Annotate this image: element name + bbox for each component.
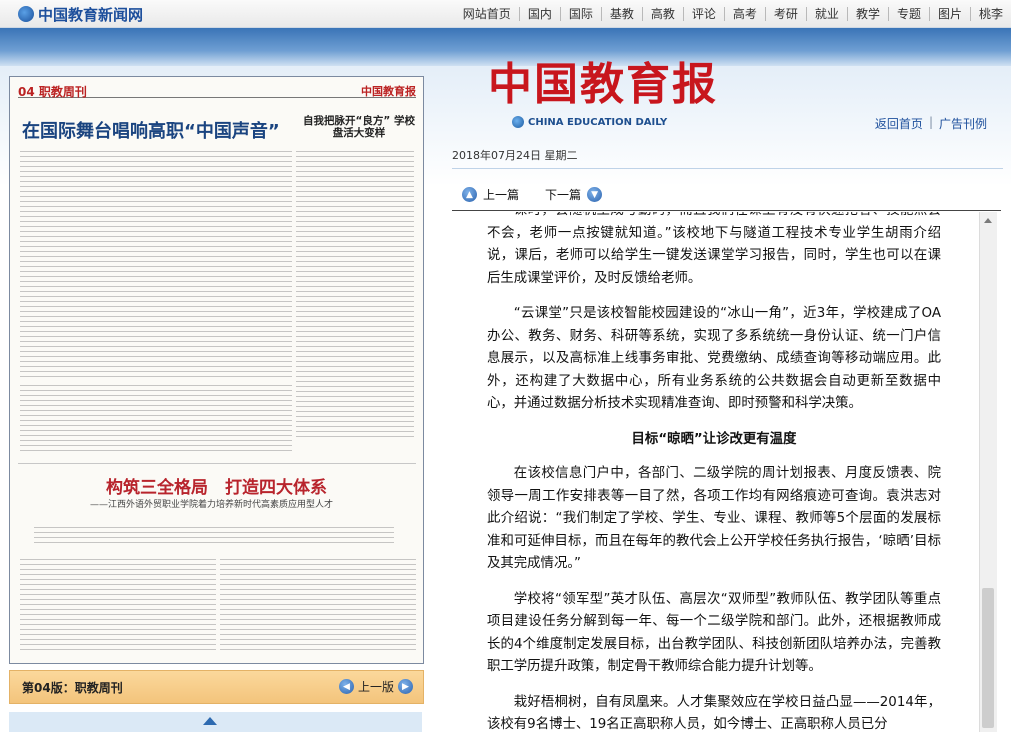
article-paragraph: 在该校信息门户中，各部门、二级学院的周计划报表、月度反馈表、院领导一周工作安排表… — [487, 466, 941, 571]
nav-domestic[interactable]: 国内 — [518, 6, 560, 21]
edition-label: 第04版：职教周刊 — [22, 681, 123, 695]
article-scrollbar[interactable] — [979, 212, 997, 732]
article-nav: ▲ 上一篇 下一篇 ▼ — [462, 186, 603, 203]
nav-higher-edu[interactable]: 高教 — [641, 6, 683, 21]
prev-article-icon[interactable]: ▲ — [462, 187, 477, 202]
nav-basic-edu[interactable]: 基教 — [600, 6, 642, 21]
article-paragraph: 栽好梧桐树，自有凤凰来。人才集聚效应在学校日益凸显——2014年，该校有9名博士… — [487, 694, 941, 732]
back-home-link[interactable]: 返回首页 — [869, 115, 929, 132]
newspaper-headline-2[interactable]: 自我把脉开“良方” 学校盘活大变样 — [299, 115, 419, 139]
nav-employment[interactable]: 就业 — [805, 6, 847, 21]
newspaper-text-column — [20, 557, 216, 653]
newspaper-page-image[interactable]: 04 职教周刊 中国教育报 在国际舞台唱响高职“中国声音” 自我把脉开“良方” … — [9, 76, 424, 664]
site-logo[interactable]: 中国教育新闻网 — [18, 4, 143, 24]
brand-title: 中国教育报 — [488, 59, 718, 110]
next-article-link[interactable]: 下一篇 — [545, 186, 581, 203]
newspaper-headline-1[interactable]: 在国际舞台唱响高职“中国声音” — [22, 117, 280, 143]
scroll-up-arrow-icon[interactable] — [984, 218, 992, 223]
nav-teaching[interactable]: 教学 — [846, 6, 888, 21]
ad-rates-link[interactable]: 广告刊例 — [933, 115, 993, 132]
prev-edition-link[interactable]: ◀ 上一版 ▶ — [338, 678, 413, 695]
scroll-up-icon — [203, 717, 217, 725]
header-links: 返回首页 | 广告刊例 — [869, 115, 993, 132]
scroll-arrow-icon: ▶ — [398, 679, 413, 694]
nav-pictures[interactable]: 图片 — [928, 6, 970, 21]
brand-subtitle-text: CHINA EDUCATION DAILY — [528, 116, 668, 128]
nav-kaoyan[interactable]: 考研 — [764, 6, 806, 21]
brand-subtitle: CHINA EDUCATION DAILY — [512, 116, 667, 128]
newspaper-divider — [18, 463, 416, 464]
article-paragraph: “云课堂”只是该校智能校园建设的“冰山一角”，近3年，学校建成了OA办公、教务、… — [487, 306, 941, 411]
date-line: 2018年07月24日 星期二 — [452, 147, 1003, 169]
divider — [452, 210, 1001, 211]
newspaper-text-column — [20, 149, 292, 377]
newspaper-masthead: 中国教育报 — [361, 85, 416, 98]
top-bar: 中国教育新闻网 网站首页 国内 国际 基教 高教 评论 高考 考研 就业 教学 … — [0, 0, 1011, 28]
newspaper-subheadline: ——江西外语外贸职业学院着力培养新时代高素质应用型人才 — [90, 500, 334, 510]
scroll-thumb[interactable] — [982, 588, 994, 728]
newspaper-text-column — [220, 557, 416, 653]
newspaper-text-column — [34, 525, 394, 547]
newspaper-text-column — [296, 149, 414, 439]
article-heading: 目标“晾晒”让诊改更有温度 — [631, 431, 797, 447]
thumbnail-scroll-up[interactable] — [9, 712, 422, 732]
nav-gaokao[interactable]: 高考 — [723, 6, 765, 21]
newspaper-text-column — [20, 383, 292, 453]
prev-arrow-icon: ◀ — [338, 679, 354, 694]
next-article-icon[interactable]: ▼ — [587, 187, 603, 202]
edition-bar: 第04版：职教周刊 ◀ 上一版 ▶ — [9, 670, 424, 704]
article-paragraph: 课时，会随机生成考勤码，而且我们在课上有没有快速抢答、技能点会不会，老师一点按键… — [487, 212, 941, 286]
nav-topics[interactable]: 专题 — [887, 6, 929, 21]
newspaper-page-header: 04 职教周刊 中国教育报 — [18, 83, 416, 99]
site-name: 中国教育新闻网 — [38, 5, 144, 24]
nav-international[interactable]: 国际 — [559, 6, 601, 21]
newspaper-headline-3[interactable]: 构筑三全格局 打造四大体系 — [10, 473, 423, 498]
prev-article-link[interactable]: 上一篇 — [483, 186, 519, 203]
nav-home[interactable]: 网站首页 — [455, 7, 519, 21]
nav-taoli[interactable]: 桃李 — [969, 6, 1011, 21]
brand-globe-icon — [512, 116, 524, 128]
prev-edition-label: 上一版 — [357, 680, 394, 694]
nav-comment[interactable]: 评论 — [682, 6, 724, 21]
article-paragraph: 学校将“领军型”英才队伍、高层次“双师型”教师队伍、教学团队等重点项目建设任务分… — [487, 591, 941, 675]
logo-globe-icon — [18, 6, 34, 22]
article-viewport[interactable]: 课时，会随机生成考勤码，而且我们在课上有没有快速抢答、技能点会不会，老师一点按键… — [452, 212, 977, 732]
newspaper-page-number: 04 职教周刊 — [18, 85, 87, 99]
article-body: 课时，会随机生成考勤码，而且我们在课上有没有快速抢答、技能点会不会，老师一点按键… — [487, 212, 941, 732]
top-nav: 网站首页 国内 国际 基教 高教 评论 高考 考研 就业 教学 专题 图片 桃李 — [455, 0, 1011, 27]
